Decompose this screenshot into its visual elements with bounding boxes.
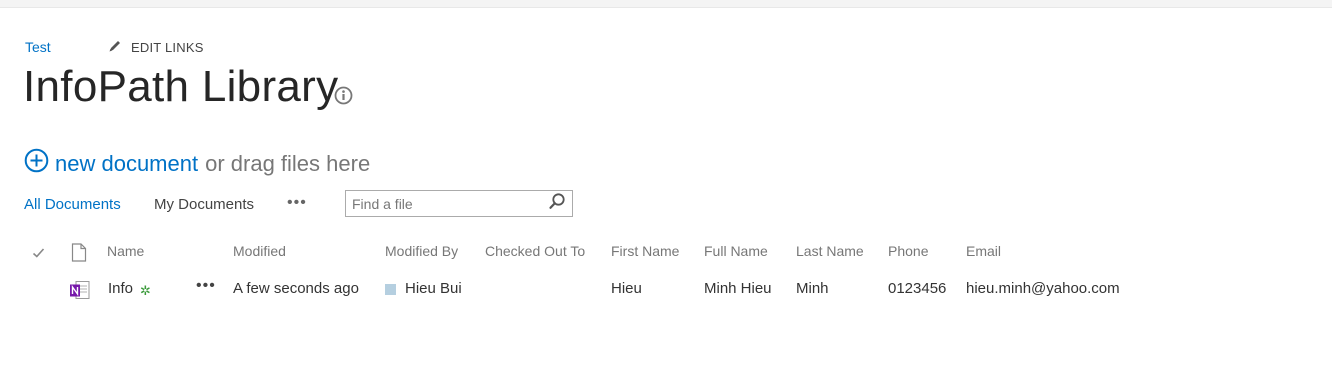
- edit-links-button[interactable]: EDIT LINKS: [108, 39, 204, 56]
- cell-full-name: Minh Hieu: [704, 280, 772, 297]
- file-name-link[interactable]: Info: [108, 280, 133, 297]
- view-my-documents[interactable]: My Documents: [154, 196, 254, 213]
- cell-modified-by[interactable]: Hieu Bui: [405, 280, 462, 297]
- column-header-name[interactable]: Name: [107, 243, 144, 259]
- checkmark-icon[interactable]: [32, 246, 45, 262]
- magnifier-icon[interactable]: [548, 192, 567, 216]
- cell-modified: A few seconds ago: [233, 280, 359, 297]
- table-row[interactable]: Info ✲ ••• A few seconds ago Hieu Bui Hi…: [0, 277, 1332, 304]
- view-all-documents[interactable]: All Documents: [24, 196, 121, 213]
- search-box: [345, 190, 573, 217]
- column-header-phone[interactable]: Phone: [888, 243, 928, 259]
- row-actions-ellipsis[interactable]: •••: [196, 277, 216, 295]
- cell-first-name: Hieu: [611, 280, 642, 297]
- drag-files-text: or drag files here: [205, 150, 371, 176]
- search-input[interactable]: [346, 191, 548, 216]
- presence-indicator: [385, 284, 396, 295]
- cell-last-name: Minh: [796, 280, 829, 297]
- column-header-email[interactable]: Email: [966, 243, 1001, 259]
- column-header-full-name[interactable]: Full Name: [704, 243, 768, 259]
- list-header-row: Name Modified Modified By Checked Out To…: [0, 243, 1332, 263]
- top-bar: [0, 0, 1332, 8]
- cell-email: hieu.minh@yahoo.com: [966, 280, 1120, 297]
- new-document-link[interactable]: new document: [55, 151, 198, 177]
- column-header-checked-out-to[interactable]: Checked Out To: [485, 243, 585, 259]
- breadcrumb-site-link[interactable]: Test: [25, 39, 51, 55]
- page-title: InfoPath Library: [23, 62, 339, 111]
- edit-links-label: EDIT LINKS: [131, 40, 204, 55]
- new-item-marker: ✲: [140, 283, 151, 298]
- column-header-modified[interactable]: Modified: [233, 243, 286, 259]
- pencil-icon: [108, 39, 131, 56]
- column-header-modified-by[interactable]: Modified By: [385, 243, 458, 259]
- cell-phone: 0123456: [888, 280, 947, 297]
- column-header-last-name[interactable]: Last Name: [796, 243, 864, 259]
- document-icon: [71, 243, 87, 265]
- onenote-file-icon: [69, 280, 91, 304]
- new-document-row: new document or drag files here: [24, 148, 370, 179]
- plus-circle-icon[interactable]: [24, 148, 49, 179]
- info-circle-icon[interactable]: [334, 86, 353, 110]
- column-header-first-name[interactable]: First Name: [611, 243, 679, 259]
- more-views-ellipsis[interactable]: •••: [287, 194, 307, 212]
